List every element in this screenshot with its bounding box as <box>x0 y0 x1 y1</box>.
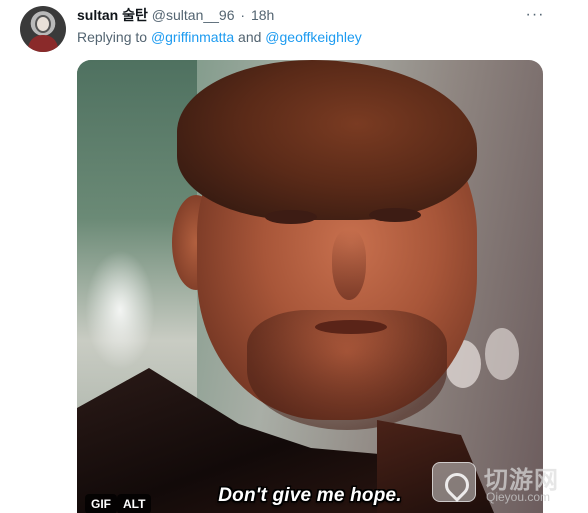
alt-text-button[interactable]: ALT <box>117 494 152 513</box>
watermark-url: Qieyou.com <box>486 490 551 504</box>
watermark-logo-icon <box>432 462 476 502</box>
more-options-icon[interactable]: ··· <box>524 4 546 26</box>
tweet[interactable]: sultan 술탄 @sultan__96 · 18h ··· Replying… <box>0 0 588 513</box>
avatar[interactable] <box>20 6 66 52</box>
site-watermark: 切游网 Qieyou.com <box>428 456 588 513</box>
avatar-face-shape <box>35 15 51 33</box>
tweet-timestamp[interactable]: 18h <box>251 7 274 23</box>
mention-joiner: and <box>238 29 262 45</box>
gif-badge: GIF <box>85 494 117 513</box>
mouth-shape <box>315 320 387 334</box>
user-handle[interactable]: @sultan__96 <box>152 7 235 23</box>
replying-to-label: Replying to <box>77 29 148 45</box>
background-light <box>85 250 155 370</box>
gif-media[interactable]: Don't give me hope. GIF ALT <box>77 60 543 513</box>
mention-link-geoffkeighley[interactable]: @geoffkeighley <box>265 29 361 45</box>
replying-to-line: Replying to @griffinmatta and @geoffkeig… <box>77 28 362 46</box>
display-name[interactable]: sultan 술탄 <box>77 7 148 23</box>
avatar-body-shape <box>28 35 58 52</box>
bokeh-light <box>485 328 519 380</box>
mention-link-griffinmatta[interactable]: @griffinmatta <box>151 29 234 45</box>
hair-shape <box>177 60 477 220</box>
nose-shape <box>332 230 366 300</box>
tweet-header: sultan 술탄 @sultan__96 · 18h <box>77 6 274 24</box>
eye-shape <box>265 210 317 224</box>
separator-dot: · <box>240 7 246 23</box>
eye-shape <box>369 208 421 222</box>
